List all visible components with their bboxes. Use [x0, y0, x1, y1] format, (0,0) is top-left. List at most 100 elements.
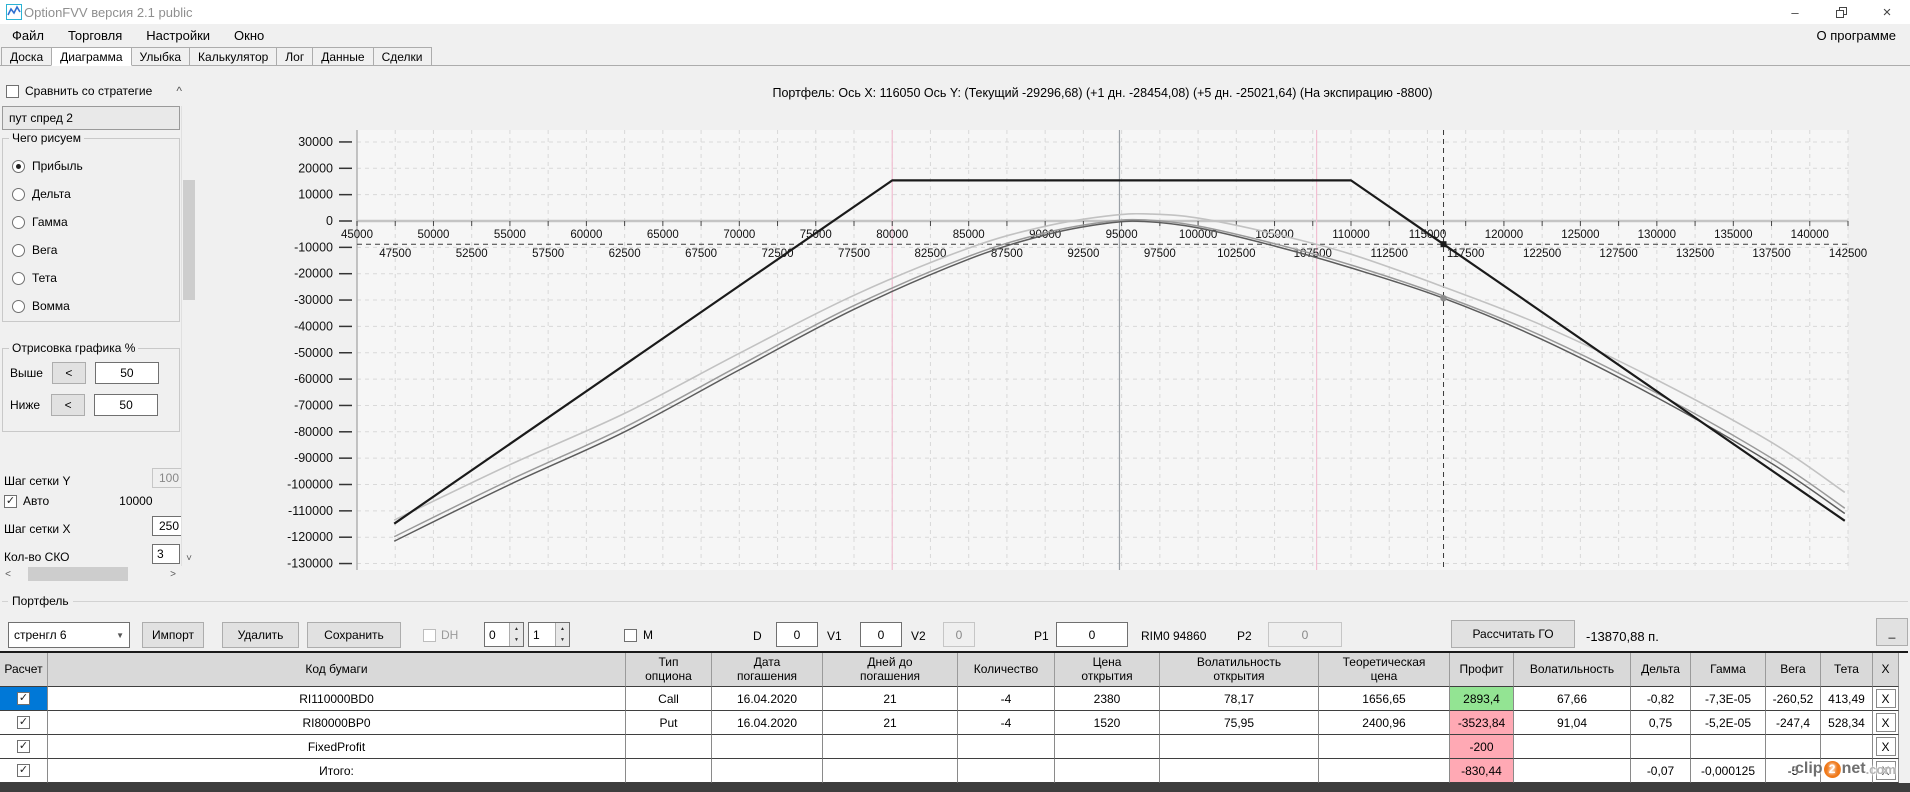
- spinner-1-value: 0: [489, 627, 496, 642]
- column-header[interactable]: Дней до погашения: [823, 653, 958, 687]
- minimize-button[interactable]: –: [1772, 0, 1818, 24]
- table-cell: 91,04: [1514, 711, 1631, 735]
- close-button[interactable]: ×: [1864, 0, 1910, 24]
- menu-item-Настройки[interactable]: Настройки: [134, 25, 222, 46]
- row-delete-button[interactable]: X: [1875, 713, 1896, 732]
- column-header[interactable]: Код бумаги: [48, 653, 626, 687]
- row-checkbox[interactable]: ✓: [17, 692, 30, 705]
- row-delete-button[interactable]: X: [1875, 737, 1896, 756]
- tab-Доска[interactable]: Доска: [1, 47, 53, 65]
- tab-Лог[interactable]: Лог: [276, 47, 314, 65]
- scrollbar-down-arrow-icon[interactable]: ˅: [182, 550, 196, 566]
- scrollbar-left-arrow-icon[interactable]: <: [0, 566, 16, 582]
- menu-about[interactable]: О программе: [1802, 25, 1910, 46]
- above-step-button[interactable]: <: [51, 362, 86, 384]
- above-value-input[interactable]: 50: [94, 362, 159, 384]
- column-header[interactable]: Расчет: [0, 653, 48, 687]
- sidebar-vertical-scrollbar[interactable]: ˅: [181, 106, 195, 566]
- m-label: M: [643, 628, 653, 642]
- column-header[interactable]: Теоретическая цена: [1319, 653, 1450, 687]
- radio-option-Тета[interactable]: Тета: [12, 264, 172, 292]
- radio-icon: [12, 215, 25, 229]
- table-cell: -3523,84: [1450, 711, 1514, 735]
- row-checkbox[interactable]: ✓: [17, 716, 30, 729]
- vertical-scrollbar-thumb[interactable]: [183, 180, 195, 300]
- radio-option-Прибыль[interactable]: Прибыль: [12, 152, 172, 180]
- column-header[interactable]: Дата погашения: [712, 653, 823, 687]
- below-step-button[interactable]: <: [51, 394, 86, 416]
- row-checkbox[interactable]: ✓: [17, 740, 30, 753]
- table-cell: Call: [626, 687, 712, 711]
- spinner-2[interactable]: 1 ▲ ▼: [528, 622, 570, 647]
- compare-strategy-checkbox[interactable]: [6, 84, 19, 98]
- column-header[interactable]: Тип опциона: [626, 653, 712, 687]
- tab-Калькулятор[interactable]: Калькулятор: [189, 47, 278, 65]
- row-select-cell[interactable]: ✓: [0, 735, 48, 759]
- row-checkbox[interactable]: ✓: [17, 764, 30, 777]
- portfolio-select[interactable]: стренгл 6 ▼: [8, 622, 130, 648]
- profit-chart: 30000 20000 10000 0 -10000 -20000 -30000 -40000…: [287, 130, 1867, 571]
- p2-input[interactable]: 0: [1268, 622, 1342, 647]
- table-cell: -7,3E-05: [1691, 687, 1766, 711]
- dh-checkbox[interactable]: [423, 628, 436, 642]
- table-cell: 413,49: [1821, 687, 1873, 711]
- tab-Сделки[interactable]: Сделки: [372, 47, 432, 65]
- auto-checkbox[interactable]: ✓: [4, 494, 17, 508]
- sidebar-horizontal-scrollbar[interactable]: < >: [0, 566, 181, 582]
- import-button[interactable]: Импорт: [142, 622, 204, 648]
- calc-go-button[interactable]: Рассчитать ГО: [1451, 620, 1575, 648]
- column-header[interactable]: Волатильность открытия: [1160, 653, 1319, 687]
- menu-item-Торговля[interactable]: Торговля: [56, 25, 134, 46]
- corner-button[interactable]: _: [1876, 618, 1908, 646]
- spinner-down-icon[interactable]: ▼: [556, 634, 569, 646]
- table-cell: -0,82: [1631, 687, 1691, 711]
- spinner-up-icon[interactable]: ▲: [510, 623, 523, 635]
- column-header[interactable]: Волатильность: [1514, 653, 1631, 687]
- spinner-down-icon[interactable]: ▼: [510, 634, 523, 646]
- row-select-cell[interactable]: ✓: [0, 687, 48, 711]
- column-header[interactable]: Цена открытия: [1055, 653, 1160, 687]
- d-input[interactable]: 0: [776, 622, 818, 647]
- x-tick-label: 55000: [494, 229, 526, 241]
- v2-input[interactable]: 0: [943, 622, 975, 647]
- above-label: Выше: [10, 366, 43, 380]
- save-button[interactable]: Сохранить: [307, 622, 401, 648]
- spinner-1[interactable]: 0 ▲ ▼: [484, 622, 524, 647]
- strategy-name-field[interactable]: пут спред 2: [2, 106, 180, 130]
- delete-button[interactable]: Удалить: [222, 622, 299, 648]
- tab-Данные[interactable]: Данные: [312, 47, 374, 65]
- column-header[interactable]: X: [1873, 653, 1899, 687]
- p1-input[interactable]: 0: [1056, 622, 1128, 647]
- radio-option-Дельта[interactable]: Дельта: [12, 180, 172, 208]
- row-select-cell[interactable]: ✓: [0, 759, 48, 783]
- horizontal-scrollbar-thumb[interactable]: [28, 567, 128, 581]
- radio-option-Вега[interactable]: Вега: [12, 236, 172, 264]
- tab-Диаграмма[interactable]: Диаграмма: [51, 47, 132, 66]
- below-value-input[interactable]: 50: [94, 394, 159, 416]
- menu-item-Окно[interactable]: Окно: [222, 25, 276, 46]
- p2-label: P2: [1237, 629, 1252, 643]
- column-header[interactable]: Количество: [958, 653, 1055, 687]
- radio-option-Гамма[interactable]: Гамма: [12, 208, 172, 236]
- column-header[interactable]: Вега: [1766, 653, 1821, 687]
- row-select-cell[interactable]: ✓: [0, 711, 48, 735]
- tab-Улыбка[interactable]: Улыбка: [130, 47, 191, 65]
- restore-button[interactable]: [1818, 0, 1864, 24]
- sko-count-input[interactable]: 3: [152, 544, 180, 564]
- table-cell: [1766, 735, 1821, 759]
- column-header[interactable]: Тета: [1821, 653, 1873, 687]
- x-tick-label: 60000: [570, 229, 602, 241]
- m-checkbox[interactable]: [624, 628, 637, 642]
- table-cell: [1160, 735, 1319, 759]
- collapse-chevron-icon[interactable]: ^: [176, 84, 182, 98]
- radio-option-Вомма[interactable]: Вомма: [12, 292, 172, 320]
- column-header[interactable]: Гамма: [1691, 653, 1766, 687]
- scrollbar-right-arrow-icon[interactable]: >: [165, 566, 181, 582]
- column-header[interactable]: Профит: [1450, 653, 1514, 687]
- menu-item-Файл[interactable]: Файл: [0, 25, 56, 46]
- column-header[interactable]: Дельта: [1631, 653, 1691, 687]
- y-tick-label: 20000: [298, 161, 333, 175]
- v1-input[interactable]: 0: [860, 622, 902, 647]
- row-delete-button[interactable]: X: [1875, 689, 1896, 708]
- spinner-up-icon[interactable]: ▲: [556, 623, 569, 635]
